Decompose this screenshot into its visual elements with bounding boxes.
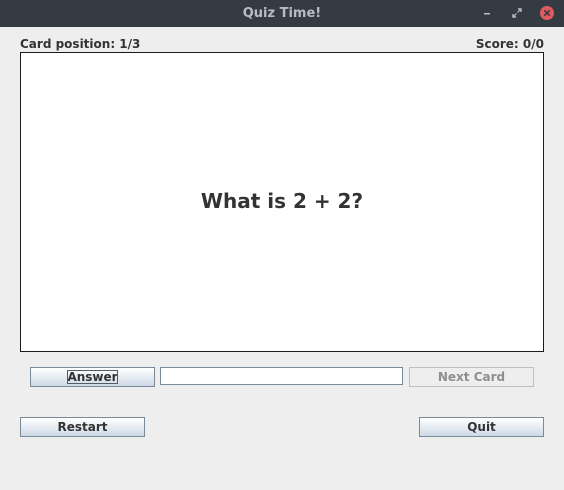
restart-button[interactable]: Restart: [20, 417, 145, 437]
quiz-window: Quiz Time! Card position: 1/3 Score: 0/0…: [0, 0, 564, 490]
title-bar[interactable]: Quiz Time!: [0, 0, 564, 27]
minimize-icon[interactable]: [480, 6, 494, 20]
quit-button[interactable]: Quit: [419, 417, 544, 437]
next-card-button[interactable]: Next Card: [409, 367, 534, 387]
question-card: What is 2 + 2?: [20, 52, 544, 352]
score-label: Score: 0/0: [475, 37, 544, 51]
question-text: What is 2 + 2?: [200, 189, 364, 213]
close-icon[interactable]: [540, 6, 554, 20]
answer-button[interactable]: Answer: [30, 367, 155, 387]
maximize-icon[interactable]: [510, 6, 524, 20]
card-position-label: Card position: 1/3: [20, 37, 141, 51]
focus-indicator: [67, 370, 118, 384]
answer-input[interactable]: [160, 367, 403, 385]
